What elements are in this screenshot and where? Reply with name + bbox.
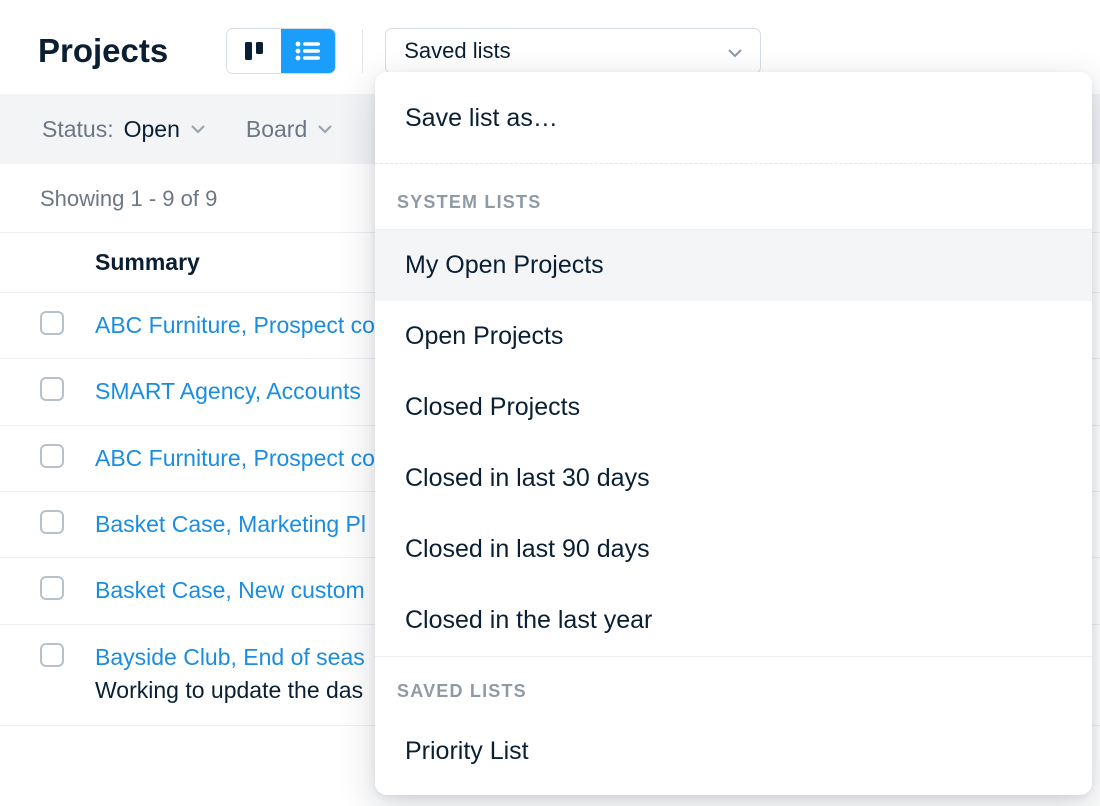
board-icon [243,40,265,62]
chevron-down-icon [317,123,333,135]
saved-list-option[interactable]: My Open Projects [375,230,1092,301]
row-checkbox-cell [40,309,95,335]
saved-list-option[interactable]: Closed in last 30 days [375,443,1092,514]
row-checkbox-cell [40,442,95,468]
row-checkbox[interactable] [40,643,64,667]
page-title: Projects [38,32,168,70]
row-checkbox[interactable] [40,510,64,534]
row-checkbox[interactable] [40,311,64,335]
divider [362,29,363,73]
saved-lists-dropdown[interactable]: Saved lists [385,28,761,74]
system-lists-header: SYSTEM LISTS [375,164,1092,230]
row-checkbox-cell [40,641,95,667]
row-checkbox-cell [40,375,95,401]
saved-list-option[interactable]: Closed in last 90 days [375,514,1092,585]
row-checkbox[interactable] [40,576,64,600]
row-checkbox[interactable] [40,444,64,468]
saved-lists-label: Saved lists [404,38,510,64]
status-filter[interactable]: Status: Open [42,116,206,143]
board-filter-label: Board [246,116,307,143]
saved-list-option[interactable]: Closed Projects [375,372,1092,443]
board-filter[interactable]: Board [246,116,333,143]
row-checkbox[interactable] [40,377,64,401]
row-checkbox-cell [40,508,95,534]
status-filter-value: Open [124,116,180,143]
divider: SAVED LISTS [375,656,1092,716]
list-icon [295,41,321,61]
saved-lists-panel: Save list as… SYSTEM LISTS My Open Proje… [375,72,1092,795]
view-toggle [226,28,336,74]
saved-list-option[interactable]: Closed in the last year [375,585,1092,656]
chevron-down-icon [728,38,742,64]
board-view-button[interactable] [227,29,281,73]
saved-list-option[interactable]: Priority List [375,716,1092,787]
save-list-as[interactable]: Save list as… [375,72,1092,164]
saved-lists-header: SAVED LISTS [375,681,1092,716]
chevron-down-icon [190,123,206,135]
saved-list-option[interactable]: Open Projects [375,301,1092,372]
status-filter-label: Status: [42,116,114,143]
list-view-button[interactable] [281,29,335,73]
row-checkbox-cell [40,574,95,600]
